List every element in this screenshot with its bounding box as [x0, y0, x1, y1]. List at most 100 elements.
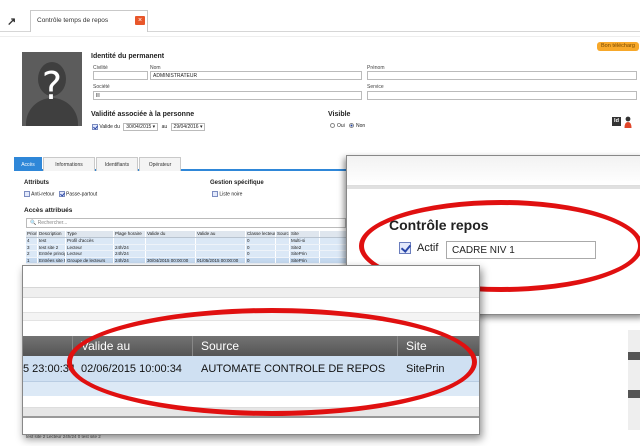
liste-noire-label: Liste noire [219, 191, 243, 198]
cell: Profil d'accès [66, 238, 114, 244]
table-header: Priorité Description Type Plage horaire … [26, 231, 356, 238]
identity-title: Identité du permanent [91, 53, 165, 60]
cell: 24h/24 [114, 251, 146, 257]
gestion-title: Gestion spécifique [210, 180, 264, 186]
col-header[interactable]: Valide au [196, 231, 246, 237]
cell: 0 [246, 251, 276, 257]
cell: test site 2 [38, 244, 66, 250]
search-placeholder: Rechercher... [37, 220, 68, 226]
scrollbar-segment [628, 352, 640, 360]
tab-identifiants[interactable]: Identifiants [96, 157, 138, 171]
col-header[interactable]: Classe lecteur [246, 231, 276, 237]
col-header[interactable]: Plage horaire [114, 231, 146, 237]
cell: SitePrin [290, 251, 320, 257]
cell: SitePrin [290, 257, 320, 263]
col-header[interactable]: Valide du [146, 231, 196, 237]
tab-informations[interactable]: Informations [43, 157, 95, 171]
col-header[interactable]: Type [66, 231, 114, 237]
divider [0, 36, 640, 37]
passe-partout-label: Passe-partout [66, 191, 98, 198]
table-row[interactable]: 1 Entrées site Prin Groupe de lecteurs 2… [26, 257, 356, 264]
zoom-topbar [23, 266, 479, 288]
cell: 0 [246, 257, 276, 263]
col-header[interactable]: Priorité [26, 231, 38, 237]
attributs-title: Attributs [24, 180, 49, 186]
visible-oui-label: Oui [337, 123, 345, 129]
acces-table: Priorité Description Type Plage horaire … [26, 231, 356, 264]
cell: test [38, 238, 66, 244]
cell: Entrées site Prin [38, 257, 66, 263]
close-icon[interactable]: × [135, 16, 145, 25]
download-badge[interactable]: Bon télécharg [597, 42, 639, 51]
scrollbar[interactable] [628, 330, 640, 430]
app-icon: ↗ [7, 16, 17, 28]
cell: 2 [26, 251, 38, 257]
validity-row: Valide du 30/04/2015 ▾ au 29/04/2016 ▾ [92, 123, 207, 131]
visible-non-label: Non [355, 123, 366, 129]
tab-label: Contrôle temps de repos [37, 17, 109, 24]
col-header-blank [23, 336, 73, 356]
valid-from-value: 30/04/2015 [126, 124, 152, 130]
cell [146, 251, 196, 257]
liste-noire-checkbox[interactable] [212, 191, 218, 197]
visible-non-radio[interactable] [348, 123, 354, 129]
zoom-toolbar [23, 288, 479, 298]
tab-operateur[interactable]: Opérateur [139, 157, 181, 171]
cell: Entrée principale [39, 251, 66, 257]
col-header[interactable]: Source [276, 231, 290, 237]
valid-checkbox[interactable] [92, 123, 98, 130]
valid-to-value: 29/04/2016 [173, 124, 199, 130]
col-header[interactable]: Description [38, 231, 66, 237]
cell: Multi-si [290, 238, 320, 244]
cell: 4 [26, 238, 38, 244]
cell [276, 257, 290, 263]
zoom-callout-source-row: Valide au Source Site 5 23:00:34 02/06/2… [22, 265, 480, 435]
cell: 24h/24 [114, 257, 146, 263]
highlight-ellipse [67, 308, 477, 416]
cell [276, 251, 290, 257]
cell [276, 238, 290, 244]
avatar[interactable]: ? [22, 52, 82, 126]
cell: Site2 [290, 244, 320, 250]
cell: 3 [26, 244, 38, 250]
service-field[interactable] [367, 91, 637, 100]
cell: 01/05/2015 00:00:00 [196, 257, 246, 263]
civilite-field[interactable] [93, 71, 148, 80]
cell: Lecteur [66, 251, 114, 257]
passe-partout-checkbox[interactable] [58, 191, 65, 197]
cell: 0 [246, 244, 276, 250]
tab-controle-temps-de-repos[interactable]: ↗ Contrôle temps de repos × [7, 10, 148, 32]
col-header[interactable]: Site [290, 231, 320, 237]
scrollbar-segment [628, 390, 640, 398]
valid-from-date[interactable]: 30/04/2015 ▾ [123, 123, 159, 131]
tab-bar: ↗ Contrôle temps de repos × [0, 0, 640, 32]
prenom-field[interactable] [367, 71, 637, 80]
cell: Groupe de lecteurs [66, 257, 114, 263]
id-card-icon[interactable]: Id [612, 117, 621, 126]
gestion-row: Liste noire [212, 191, 242, 197]
visible-title: Visible [328, 111, 351, 118]
zoom-divider [347, 186, 640, 189]
valid-label: Valide du [99, 124, 120, 130]
anti-retour-checkbox[interactable] [24, 191, 30, 197]
cell [114, 238, 146, 244]
anti-retour-label: Anti-retour [31, 191, 55, 198]
tab-acces[interactable]: Accès [14, 157, 42, 171]
user-icon[interactable] [624, 116, 632, 128]
cell [146, 238, 196, 244]
zoom-topbar [347, 156, 640, 186]
page: ↗ Contrôle temps de repos × Bon téléchar… [0, 0, 640, 446]
valid-to-label: au [161, 124, 168, 130]
attributs-row: Anti-retour Passe-partout [24, 191, 97, 197]
societe-field[interactable]: Ill [93, 91, 362, 100]
cell [196, 251, 246, 257]
validity-title: Validité associée à la personne [91, 111, 195, 118]
visible-oui-radio[interactable] [330, 123, 335, 129]
nom-field[interactable]: ADMINISTRATEUR [150, 71, 362, 80]
valid-to-date[interactable]: 29/04/2016 ▾ [170, 123, 206, 131]
question-mark-icon: ? [41, 64, 63, 108]
cell [196, 244, 246, 250]
cell: 0 [246, 238, 276, 244]
cell: Lecteur [66, 244, 114, 250]
search-input[interactable]: 🔍 Rechercher... [26, 218, 346, 228]
